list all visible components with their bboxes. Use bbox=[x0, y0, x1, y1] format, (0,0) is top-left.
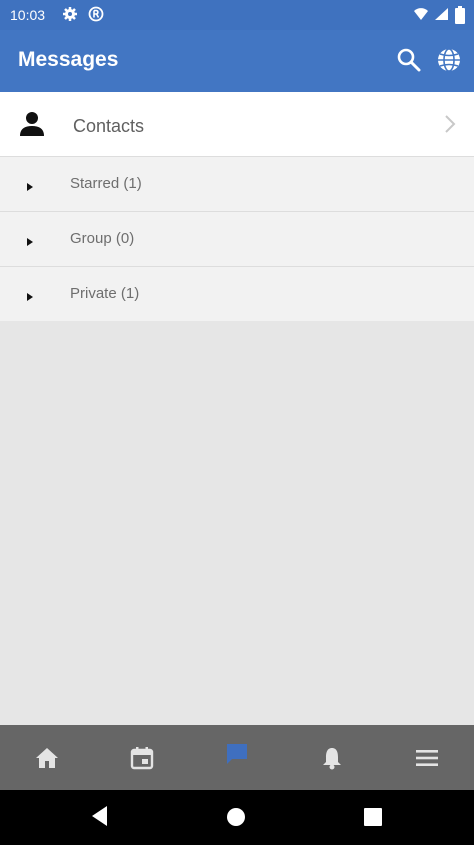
globe-icon[interactable] bbox=[435, 46, 463, 74]
expand-arrow-icon bbox=[26, 234, 34, 252]
group-label: Private (1) bbox=[70, 285, 140, 302]
cellular-signal-icon bbox=[433, 6, 449, 25]
messages-icon bbox=[226, 744, 247, 765]
contacts-row[interactable]: Contacts bbox=[0, 92, 474, 156]
page-title: Messages bbox=[18, 48, 119, 71]
registered-icon bbox=[88, 6, 104, 25]
wifi-icon bbox=[413, 6, 429, 25]
status-time: 10:03 bbox=[10, 7, 46, 23]
home-circle-icon[interactable] bbox=[226, 807, 246, 832]
nav-home[interactable] bbox=[0, 725, 95, 790]
nav-messages[interactable] bbox=[190, 725, 285, 790]
contacts-label: Contacts bbox=[73, 116, 145, 136]
message-group-list: Starred (1) Group (0) Private (1) bbox=[0, 156, 474, 321]
expand-arrow-icon bbox=[26, 289, 34, 307]
system-nav-bar bbox=[0, 790, 474, 845]
group-row-private[interactable]: Private (1) bbox=[0, 266, 474, 321]
status-bar: 10:03 bbox=[0, 0, 474, 30]
notifications-icon bbox=[322, 747, 341, 769]
nav-menu[interactable] bbox=[379, 725, 474, 790]
group-row-group[interactable]: Group (0) bbox=[0, 211, 474, 266]
back-icon[interactable] bbox=[89, 804, 109, 833]
nav-notifications[interactable] bbox=[284, 725, 379, 790]
group-label: Group (0) bbox=[70, 230, 135, 247]
person-icon bbox=[18, 110, 46, 143]
nav-calendar[interactable] bbox=[95, 725, 190, 790]
home-icon bbox=[36, 747, 59, 768]
search-icon[interactable] bbox=[395, 46, 423, 74]
chevron-right-icon bbox=[444, 114, 456, 139]
battery-icon bbox=[455, 6, 465, 27]
recents-icon[interactable] bbox=[364, 808, 382, 831]
expand-arrow-icon bbox=[26, 179, 34, 197]
app-bar: Messages bbox=[0, 30, 474, 92]
group-label: Starred (1) bbox=[70, 175, 142, 192]
group-row-starred[interactable]: Starred (1) bbox=[0, 156, 474, 211]
calendar-icon bbox=[130, 746, 154, 769]
settings-icon bbox=[62, 6, 78, 25]
menu-icon bbox=[415, 749, 438, 766]
bottom-nav bbox=[0, 725, 474, 790]
